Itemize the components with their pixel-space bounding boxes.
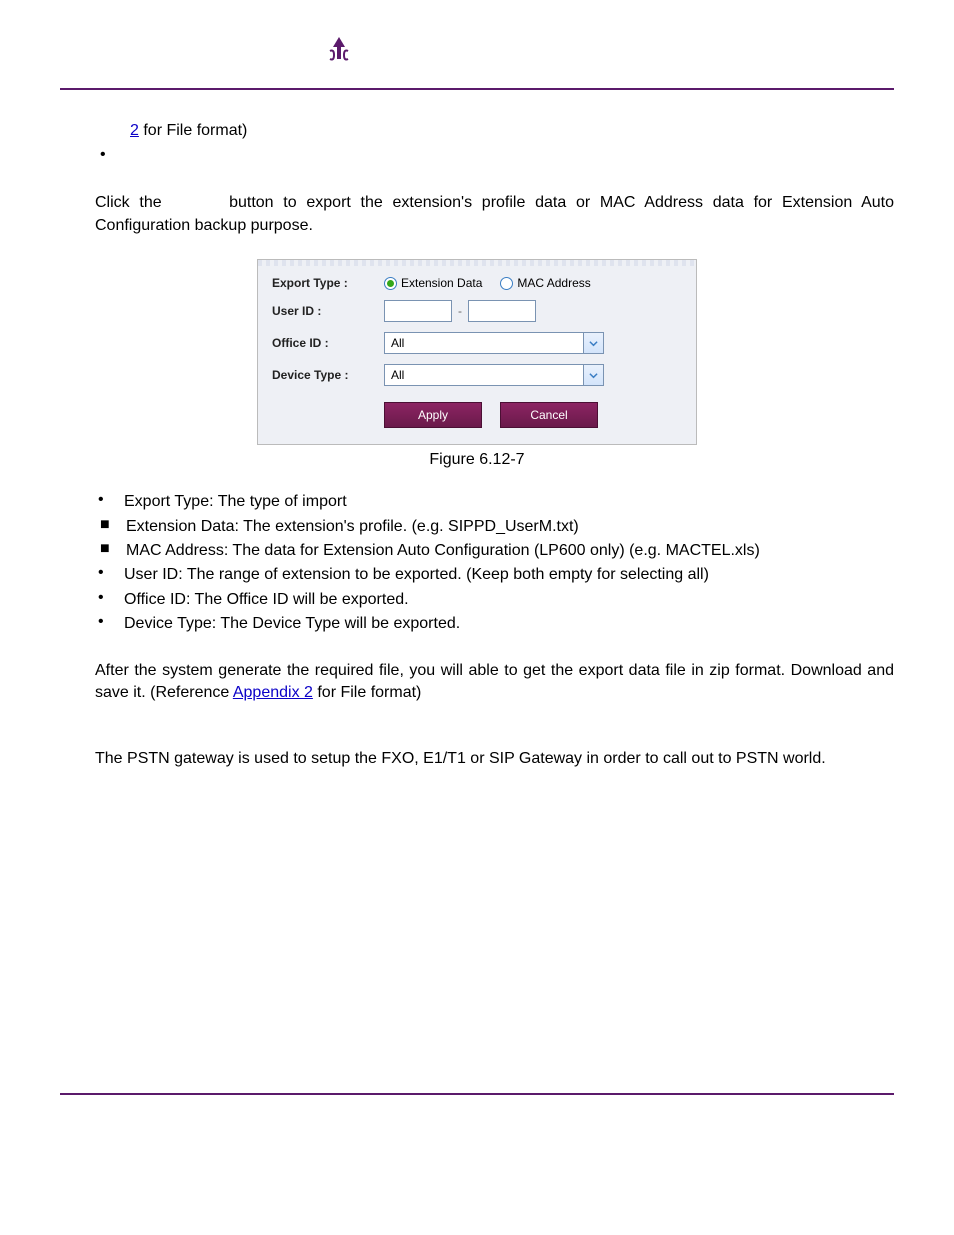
user-id-from-input[interactable]: [384, 300, 452, 322]
bullet-office-id: Office ID: The Office ID will be exporte…: [124, 589, 894, 611]
square-bullet-icon: ■: [100, 540, 126, 562]
appendix-2-link-fragment[interactable]: 2: [130, 122, 139, 139]
intro-part1: Click the: [95, 194, 171, 211]
bullet-extension-data: Extension Data: The extension's profile.…: [126, 516, 894, 538]
office-id-value: All: [391, 336, 404, 350]
export-form-panel: Export Type : Extension Data MAC Address: [257, 259, 697, 445]
bullet-icon: •: [98, 491, 124, 513]
bullet-icon: •: [98, 613, 124, 635]
device-type-label: Device Type :: [272, 368, 384, 382]
apply-button[interactable]: Apply: [384, 402, 482, 428]
top-after-text: for File format): [139, 122, 247, 139]
radio-mac-address-label: MAC Address: [517, 276, 590, 290]
bullet-icon: •: [98, 564, 124, 586]
pstn-paragraph: The PSTN gateway is used to setup the FX…: [95, 748, 894, 770]
device-type-select[interactable]: All: [384, 364, 604, 386]
bullet-export-type: Export Type: The type of import: [124, 491, 894, 513]
after-text-b: for File format): [313, 684, 421, 701]
logo-icon: [320, 35, 358, 74]
user-id-to-input[interactable]: [468, 300, 536, 322]
intro-part2: button to export the extension's profile…: [95, 194, 894, 233]
bullet-mac-address: MAC Address: The data for Extension Auto…: [126, 540, 894, 562]
chevron-down-icon: [583, 333, 603, 353]
user-id-label: User ID :: [272, 304, 384, 318]
radio-mac-address[interactable]: MAC Address: [500, 276, 590, 290]
radio-unselected-icon: [500, 277, 513, 290]
bullet-icon: •: [98, 589, 124, 611]
device-type-value: All: [391, 368, 404, 382]
radio-extension-data-label: Extension Data: [401, 276, 482, 290]
range-dash: -: [458, 304, 462, 318]
square-bullet-icon: ■: [100, 516, 126, 538]
cancel-button[interactable]: Cancel: [500, 402, 598, 428]
radio-selected-icon: [384, 277, 397, 290]
office-id-select[interactable]: All: [384, 332, 604, 354]
figure-caption: Figure 6.12-7: [60, 451, 894, 469]
chevron-down-icon: [583, 365, 603, 385]
appendix-2-link[interactable]: Appendix 2: [233, 684, 313, 701]
bullet-user-id: User ID: The range of extension to be ex…: [124, 564, 894, 586]
empty-bullet: •: [100, 146, 128, 164]
after-text-a: After the system generate the required f…: [95, 662, 894, 701]
export-type-label: Export Type :: [272, 276, 384, 290]
bullet-device-type: Device Type: The Device Type will be exp…: [124, 613, 894, 635]
radio-extension-data[interactable]: Extension Data: [384, 276, 482, 290]
office-id-label: Office ID :: [272, 336, 384, 350]
